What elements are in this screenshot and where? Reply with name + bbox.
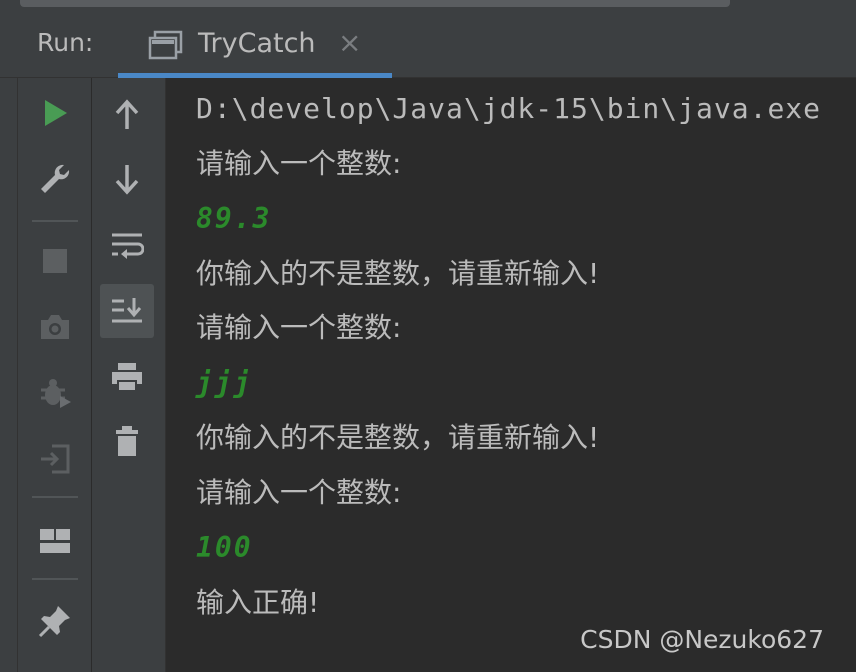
debug-button[interactable] xyxy=(28,366,82,420)
exit-icon xyxy=(41,444,70,474)
console-line-user-input: 100 xyxy=(196,531,253,564)
console-line-output: 请输入一个整数: xyxy=(196,147,402,180)
soft-wrap-icon xyxy=(112,233,144,259)
console-line-output: 请输入一个整数: xyxy=(196,476,402,509)
run-label: Run: xyxy=(37,28,94,57)
console-line-output: 你输入的不是整数，请重新输入! xyxy=(196,421,600,454)
pin-icon xyxy=(38,606,70,638)
print-button[interactable] xyxy=(100,350,154,404)
watermark: CSDN @Nezuko627 xyxy=(580,625,824,654)
scroll-to-end-button[interactable] xyxy=(100,284,154,338)
up-arrow-icon xyxy=(115,99,139,129)
editor-scrollbar-area xyxy=(0,0,856,12)
toolbar-separator xyxy=(32,578,78,580)
camera-icon xyxy=(41,315,69,339)
run-actions-toolbar xyxy=(18,78,92,672)
rerun-icon xyxy=(45,100,67,126)
rerun-button[interactable] xyxy=(28,86,82,140)
pin-tab-button[interactable] xyxy=(28,594,82,648)
next-occurrence-button[interactable] xyxy=(100,152,154,206)
console-line-user-input: 89.3 xyxy=(196,202,272,235)
tab-trycatch[interactable]: TryCatch × xyxy=(118,12,392,78)
console-actions-toolbar xyxy=(92,78,166,672)
wrench-icon xyxy=(41,164,70,193)
soft-wrap-button[interactable] xyxy=(100,218,154,272)
debug-bug-icon xyxy=(41,379,71,408)
tab-close-icon[interactable]: × xyxy=(338,26,361,59)
console-output[interactable]: D:\develop\Java\jdk-15\bin\java.exe 请输入一… xyxy=(166,78,856,672)
layout-button[interactable] xyxy=(28,514,82,568)
run-tool-header: Run: TryCatch × xyxy=(0,12,856,78)
print-icon xyxy=(112,363,142,392)
console-line-command: D:\develop\Java\jdk-15\bin\java.exe xyxy=(196,92,822,125)
console-line-output: 输入正确! xyxy=(196,586,320,619)
snapshot-button[interactable] xyxy=(28,300,82,354)
run-tool-window: Run: TryCatch × D:\develop\Java\jdk-15\b… xyxy=(0,0,856,672)
exit-button[interactable] xyxy=(28,432,82,486)
stop-icon xyxy=(43,249,67,273)
console-window-icon xyxy=(148,30,184,60)
console-line-user-input: jjj xyxy=(196,366,253,399)
layout-icon xyxy=(40,529,70,553)
scroll-to-end-icon xyxy=(112,298,142,323)
previous-occurrence-button[interactable] xyxy=(100,88,154,142)
trash-icon xyxy=(116,426,138,456)
console-line-output: 你输入的不是整数，请重新输入! xyxy=(196,257,600,290)
horizontal-scrollbar-thumb[interactable] xyxy=(20,0,730,7)
toolbar-separator xyxy=(32,220,78,222)
down-arrow-icon xyxy=(115,165,139,195)
left-edge-strip xyxy=(0,78,18,672)
clear-all-button[interactable] xyxy=(100,414,154,468)
console-line-output: 请输入一个整数: xyxy=(196,311,402,344)
toolbar-separator xyxy=(32,496,78,498)
tab-label: TryCatch xyxy=(198,28,316,59)
settings-button[interactable] xyxy=(28,152,82,206)
stop-button[interactable] xyxy=(28,234,82,288)
